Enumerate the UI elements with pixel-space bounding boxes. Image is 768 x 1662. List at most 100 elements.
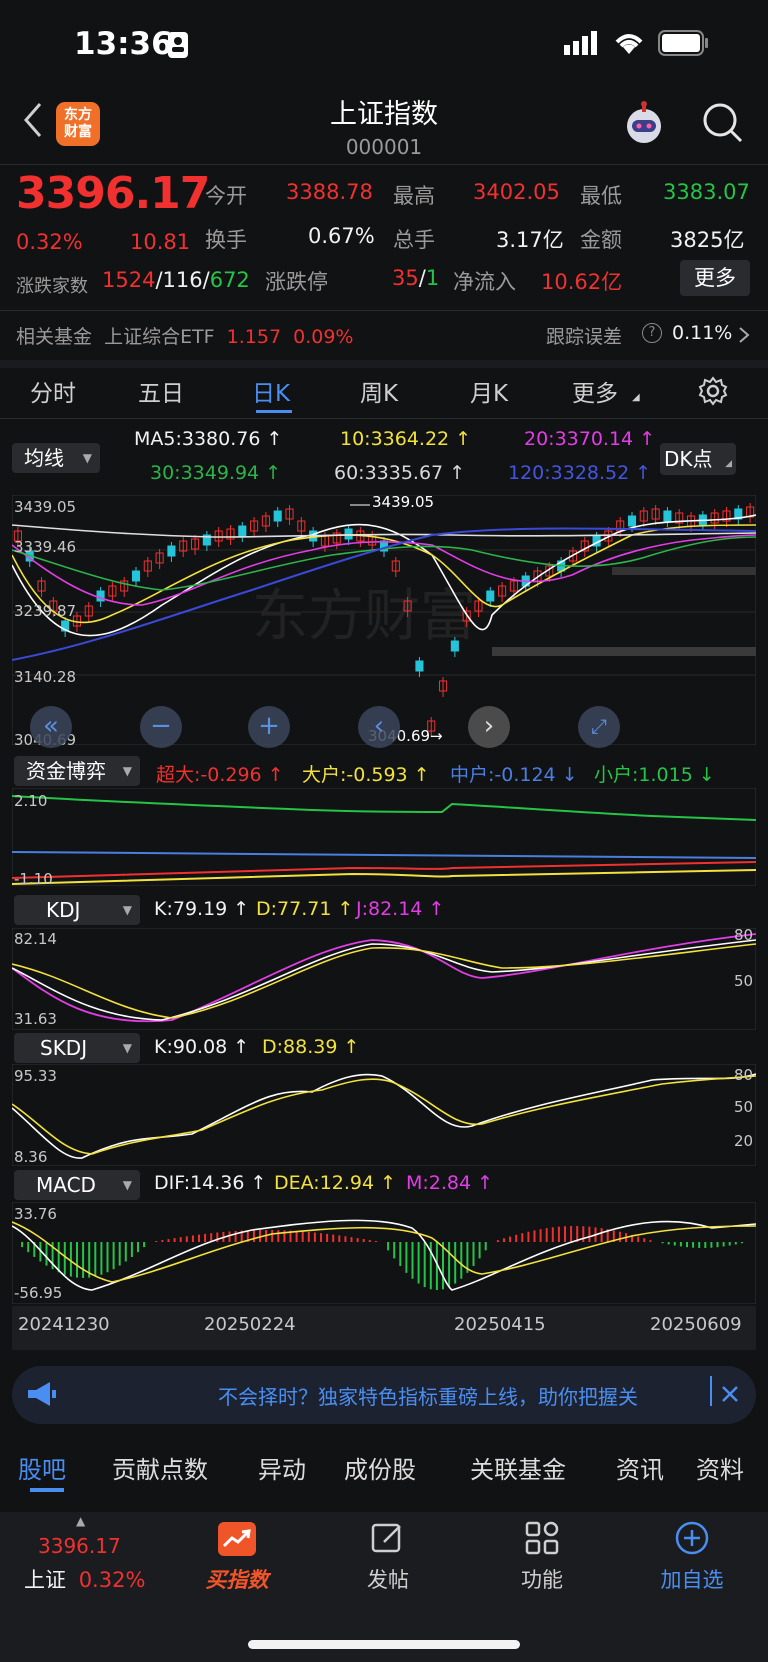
candle-body bbox=[273, 510, 282, 522]
date-label: 20241230 bbox=[18, 1314, 110, 1335]
skdj-ref-20: 20 bbox=[734, 1132, 754, 1150]
super-large-flow: 超大:-0.296 ↑ bbox=[156, 764, 284, 786]
axis-label: 3239.87 bbox=[14, 602, 77, 620]
close-icon[interactable] bbox=[720, 1384, 740, 1404]
date-label: 20250609 bbox=[650, 1314, 742, 1335]
banner-text[interactable]: 不会择时？独家特色指标重磅上线，助你把握关 bbox=[218, 1381, 706, 1410]
tab-daily-k[interactable]: 日K bbox=[252, 374, 290, 408]
tab-constituents[interactable]: 成份股 bbox=[344, 1450, 416, 1485]
kdj-chart bbox=[12, 928, 756, 1030]
add-watchlist-icon[interactable] bbox=[674, 1520, 710, 1556]
candle-body bbox=[131, 570, 141, 582]
axis-label: 3439.05 bbox=[14, 498, 77, 516]
ma10-value: 10:3364.22 ↑ bbox=[340, 428, 472, 450]
tab-intraday[interactable]: 分时 bbox=[30, 374, 76, 408]
tab-contribution[interactable]: 贡献点数 bbox=[112, 1450, 208, 1485]
tab-weekly-k[interactable]: 周K bbox=[360, 374, 398, 408]
scroll-right-icon[interactable]: › bbox=[468, 706, 510, 748]
chevron-right-icon[interactable] bbox=[738, 326, 750, 344]
tabs-divider bbox=[0, 418, 768, 419]
nav-index-price[interactable]: 3396.17 bbox=[38, 1534, 121, 1558]
status-icons bbox=[564, 30, 710, 56]
post-icon[interactable] bbox=[370, 1520, 406, 1556]
tab-guba[interactable]: 股吧 bbox=[18, 1450, 66, 1485]
bottom-tab-indicator bbox=[30, 1488, 64, 1492]
nav-index-name[interactable]: 上证 0.32% bbox=[24, 1564, 145, 1594]
skdj-selector[interactable]: SKDJ ▼ bbox=[14, 1033, 140, 1063]
tab-profile[interactable]: 资料 bbox=[696, 1450, 744, 1485]
open-value: 3388.78 bbox=[286, 180, 373, 204]
macd-m: M:2.84 ↑ bbox=[406, 1172, 494, 1194]
buy-index-icon[interactable] bbox=[218, 1522, 256, 1556]
volume-label: 总手 bbox=[393, 228, 435, 252]
large-flow: 大户:-0.593 ↑ bbox=[302, 764, 430, 786]
skdj-axis-bottom: 8.36 bbox=[14, 1148, 48, 1166]
macd-selector[interactable]: MACD ▼ bbox=[14, 1170, 140, 1200]
low-value: 3383.07 bbox=[663, 180, 750, 204]
ma20-value: 20:3370.14 ↑ bbox=[524, 428, 656, 450]
nav-buy-index[interactable]: 买指数 bbox=[177, 1564, 297, 1594]
candle-body bbox=[450, 640, 459, 652]
fund-axis-bottom: -1.10 bbox=[14, 870, 53, 888]
help-icon[interactable]: ? bbox=[642, 323, 662, 343]
ma60-value: 60:3335.67 ↑ bbox=[334, 462, 466, 484]
tab-more[interactable]: 更多 bbox=[572, 374, 618, 408]
function-icon[interactable] bbox=[524, 1520, 560, 1556]
kdj-ref-50: 50 bbox=[734, 972, 754, 990]
track-error-value: 0.11% bbox=[672, 322, 733, 344]
turnover-label: 换手 bbox=[205, 228, 247, 252]
skdj-k: K:90.08 ↑ bbox=[154, 1036, 250, 1058]
date-label: 20250415 bbox=[454, 1314, 546, 1335]
volume-value: 3.17亿 bbox=[496, 228, 564, 252]
skdj-chart bbox=[12, 1064, 756, 1166]
robot-assistant-icon[interactable] bbox=[620, 100, 668, 148]
limit-counts: 35/1 bbox=[392, 266, 440, 290]
candle-body bbox=[627, 515, 637, 527]
cellular-icon bbox=[564, 31, 597, 55]
current-price: 3396.17 bbox=[16, 168, 210, 219]
high-label: 最高 bbox=[393, 184, 435, 208]
id-card-icon bbox=[168, 32, 188, 58]
ma-selector[interactable]: 均线 ▼ bbox=[12, 443, 100, 473]
tab-news[interactable]: 资讯 bbox=[616, 1450, 664, 1485]
macd-dif: DIF:14.36 ↑ bbox=[154, 1172, 267, 1194]
kdj-selector[interactable]: KDJ ▼ bbox=[14, 895, 140, 925]
zoom-out-icon[interactable]: − bbox=[140, 706, 182, 748]
zoom-in-icon[interactable]: + bbox=[248, 706, 290, 748]
home-indicator bbox=[248, 1640, 520, 1649]
tab-related-funds[interactable]: 关联基金 bbox=[470, 1450, 566, 1485]
skdj-ref-50: 50 bbox=[734, 1098, 754, 1116]
high-value: 3402.05 bbox=[473, 180, 560, 204]
status-time: 13:36 bbox=[74, 26, 173, 62]
more-quote-button[interactable]: 更多 bbox=[680, 260, 750, 296]
kdj-j: J:82.14 ↑ bbox=[356, 898, 445, 920]
ma120-value: 120:3328.52 ↑ bbox=[508, 462, 652, 484]
tab-five-day[interactable]: 五日 bbox=[138, 374, 184, 408]
gear-icon[interactable] bbox=[698, 376, 728, 406]
nav-function[interactable]: 功能 bbox=[482, 1564, 602, 1594]
turnover-value: 0.67% bbox=[308, 224, 375, 248]
search-icon[interactable] bbox=[702, 102, 744, 144]
tab-monthly-k[interactable]: 月K bbox=[470, 374, 508, 408]
battery-icon bbox=[658, 30, 708, 56]
medium-flow: 中户:-0.124 ↓ bbox=[450, 764, 578, 786]
amount-value: 3825亿 bbox=[670, 228, 745, 252]
header-divider bbox=[0, 164, 768, 165]
nav-post[interactable]: 发帖 bbox=[328, 1564, 448, 1594]
wifi-icon bbox=[615, 34, 643, 54]
fund-game-selector[interactable]: 资金博弈 ▼ bbox=[14, 756, 140, 786]
related-fund-row[interactable]: 相关基金 上证综合ETF 1.157 0.09% bbox=[16, 322, 353, 349]
fullscreen-icon[interactable]: ⤢ bbox=[578, 706, 620, 748]
macd-axis-bottom: -56.95 bbox=[14, 1284, 63, 1302]
tab-movement[interactable]: 异动 bbox=[258, 1450, 306, 1485]
tab-more-caret-icon: ◢ bbox=[632, 392, 640, 403]
candle-body bbox=[663, 510, 672, 522]
kdj-k: K:79.19 ↑ bbox=[154, 898, 250, 920]
scroll-left-icon[interactable]: ‹ bbox=[358, 706, 400, 748]
scroll-left-fast-icon[interactable]: « bbox=[30, 706, 72, 748]
kdj-axis-bottom: 31.63 bbox=[14, 1010, 57, 1028]
date-label: 20250224 bbox=[204, 1314, 296, 1335]
dk-point-button[interactable]: DK点 ◢ bbox=[660, 443, 736, 475]
fund-game-chart bbox=[12, 788, 756, 886]
nav-add-watchlist[interactable]: 加自选 bbox=[632, 1564, 752, 1594]
